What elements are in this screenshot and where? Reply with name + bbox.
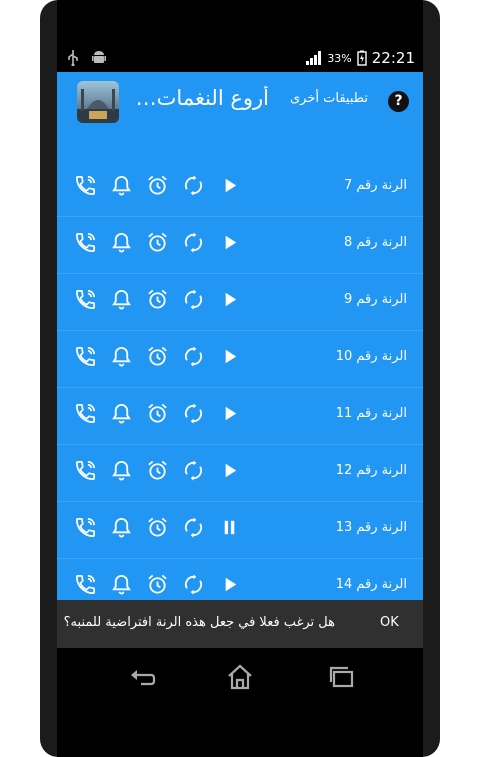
notification-bell-icon[interactable] bbox=[110, 345, 133, 368]
play-icon[interactable] bbox=[218, 573, 241, 596]
clock-time: 22:21 bbox=[371, 49, 415, 67]
notification-bell-icon[interactable] bbox=[110, 288, 133, 311]
ringtone-phone-icon[interactable] bbox=[74, 516, 97, 539]
play-icon[interactable] bbox=[218, 174, 241, 197]
notification-bell-icon[interactable] bbox=[110, 516, 133, 539]
ringtone-row[interactable]: الرنة رقم 8 bbox=[57, 217, 423, 274]
ringtone-label: الرنة رقم 10 bbox=[335, 349, 407, 364]
app-screen: أروع النغمات الا... تطبيقات أخرى ? الرنة… bbox=[57, 72, 423, 600]
help-icon[interactable]: ? bbox=[388, 91, 409, 112]
ringtone-phone-icon[interactable] bbox=[74, 459, 97, 482]
ringtone-label: الرنة رقم 7 bbox=[343, 178, 407, 193]
repeat-icon[interactable] bbox=[182, 345, 205, 368]
repeat-icon[interactable] bbox=[182, 231, 205, 254]
alarm-clock-icon[interactable] bbox=[146, 174, 169, 197]
ringtone-row[interactable]: الرنة رقم 13 bbox=[57, 502, 423, 559]
ringtone-phone-icon[interactable] bbox=[74, 402, 97, 425]
navigation-bar bbox=[57, 648, 423, 708]
play-icon[interactable] bbox=[218, 288, 241, 311]
notification-bell-icon[interactable] bbox=[110, 174, 133, 197]
battery-percent: 33% bbox=[327, 51, 352, 65]
alarm-clock-icon[interactable] bbox=[146, 516, 169, 539]
repeat-icon[interactable] bbox=[182, 516, 205, 539]
repeat-icon[interactable] bbox=[182, 288, 205, 311]
notification-bell-icon[interactable] bbox=[110, 231, 133, 254]
alarm-clock-icon[interactable] bbox=[146, 345, 169, 368]
alarm-clock-icon[interactable] bbox=[146, 402, 169, 425]
ringtone-row[interactable]: الرنة رقم 10 bbox=[57, 331, 423, 388]
ringtone-list: الرنة رقم 7 الرنة رقم 8 الرنة رقم 9 الرنة ر… bbox=[57, 160, 423, 600]
play-icon[interactable] bbox=[218, 402, 241, 425]
back-icon[interactable] bbox=[127, 662, 157, 692]
row-actions bbox=[74, 174, 241, 197]
ringtone-row[interactable]: الرنة رقم 11 bbox=[57, 388, 423, 445]
home-icon[interactable] bbox=[225, 662, 255, 692]
ringtone-label: الرنة رقم 9 bbox=[343, 292, 407, 307]
ringtone-label: الرنة رقم 11 bbox=[335, 406, 407, 421]
ringtone-phone-icon[interactable] bbox=[74, 288, 97, 311]
notification-bell-icon[interactable] bbox=[110, 402, 133, 425]
app-title: أروع النغمات الا... bbox=[129, 86, 269, 110]
notification-bell-icon[interactable] bbox=[110, 459, 133, 482]
android-icon bbox=[92, 51, 106, 63]
alarm-clock-icon[interactable] bbox=[146, 288, 169, 311]
ringtone-label: الرنة رقم 8 bbox=[343, 235, 407, 250]
ringtone-phone-icon[interactable] bbox=[74, 345, 97, 368]
row-actions bbox=[74, 573, 241, 596]
pause-icon[interactable] bbox=[218, 516, 241, 539]
snackbar-message: هل ترغب فعلا في جعل هذه الرنة افتراضية ل… bbox=[63, 615, 335, 630]
app-logo[interactable] bbox=[77, 81, 119, 123]
row-actions bbox=[74, 402, 241, 425]
ringtone-phone-icon[interactable] bbox=[74, 573, 97, 596]
app-bar: أروع النغمات الا... تطبيقات أخرى ? bbox=[57, 72, 423, 130]
recent-apps-icon[interactable] bbox=[327, 662, 357, 692]
status-bar: 33% 22:21 bbox=[57, 46, 423, 72]
alarm-clock-icon[interactable] bbox=[146, 231, 169, 254]
repeat-icon[interactable] bbox=[182, 174, 205, 197]
row-actions bbox=[74, 231, 241, 254]
ringtone-label: الرنة رقم 12 bbox=[335, 463, 407, 478]
snackbar-ok-button[interactable]: OK bbox=[380, 615, 399, 630]
repeat-icon[interactable] bbox=[182, 573, 205, 596]
ringtone-phone-icon[interactable] bbox=[74, 174, 97, 197]
ringtone-row[interactable]: الرنة رقم 9 bbox=[57, 274, 423, 331]
snackbar: OK هل ترغب فعلا في جعل هذه الرنة افتراضي… bbox=[57, 600, 423, 648]
play-icon[interactable] bbox=[218, 345, 241, 368]
play-icon[interactable] bbox=[218, 459, 241, 482]
row-actions bbox=[74, 288, 241, 311]
usb-icon bbox=[68, 50, 78, 66]
ringtone-row[interactable]: الرنة رقم 14 bbox=[57, 559, 423, 600]
row-actions bbox=[74, 459, 241, 482]
ringtone-label: الرنة رقم 13 bbox=[335, 520, 407, 535]
notification-bell-icon[interactable] bbox=[110, 573, 133, 596]
ringtone-row[interactable]: الرنة رقم 7 bbox=[57, 160, 423, 217]
alarm-clock-icon[interactable] bbox=[146, 573, 169, 596]
play-icon[interactable] bbox=[218, 231, 241, 254]
ringtone-phone-icon[interactable] bbox=[74, 231, 97, 254]
repeat-icon[interactable] bbox=[182, 402, 205, 425]
row-actions bbox=[74, 345, 241, 368]
row-actions bbox=[74, 516, 241, 539]
other-apps-link[interactable]: تطبيقات أخرى bbox=[290, 91, 368, 106]
ringtone-label: الرنة رقم 14 bbox=[335, 577, 407, 592]
repeat-icon[interactable] bbox=[182, 459, 205, 482]
battery-charging-icon bbox=[357, 50, 367, 66]
signal-icon bbox=[306, 51, 322, 65]
alarm-clock-icon[interactable] bbox=[146, 459, 169, 482]
ringtone-row[interactable]: الرنة رقم 12 bbox=[57, 445, 423, 502]
